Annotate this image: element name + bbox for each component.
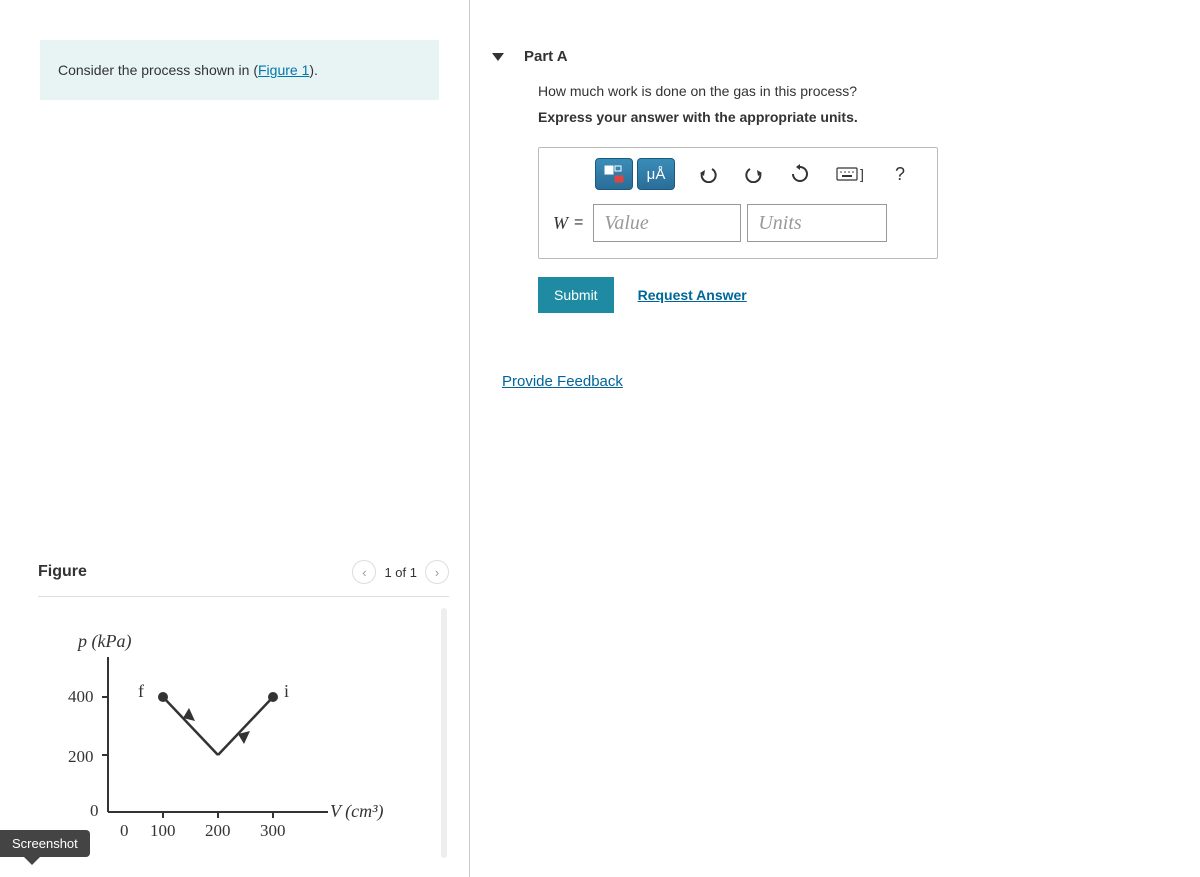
part-title: Part A [524, 48, 568, 65]
figure-page-indicator: 1 of 1 [384, 565, 417, 580]
variable-label: W [553, 213, 568, 234]
x-tick-100: 100 [150, 821, 176, 841]
left-panel: Consider the process shown in (Figure 1)… [0, 0, 470, 877]
part-header[interactable]: Part A [486, 30, 1180, 83]
answer-toolbar: μÅ ] [539, 148, 937, 204]
redo-button[interactable] [735, 158, 773, 190]
figure-title: Figure [38, 563, 87, 581]
request-answer-link[interactable]: Request Answer [638, 287, 747, 303]
templates-button[interactable] [595, 158, 633, 190]
provide-feedback-link[interactable]: Provide Feedback [502, 373, 623, 390]
point-f-label: f [138, 681, 144, 702]
screenshot-tooltip: Screenshot [0, 830, 90, 857]
instruction-text: Express your answer with the appropriate… [538, 109, 1180, 125]
problem-prefix: Consider the process shown in ( [58, 62, 258, 78]
right-panel: Part A How much work is done on the gas … [470, 0, 1200, 877]
help-button[interactable]: ? [881, 158, 919, 190]
figure-next-button[interactable]: › [425, 560, 449, 584]
point-i-label: i [284, 681, 289, 702]
answer-box: μÅ ] [538, 147, 938, 259]
reset-button[interactable] [781, 158, 819, 190]
submit-button[interactable]: Submit [538, 277, 614, 313]
units-input[interactable] [747, 204, 887, 242]
x-tick-300: 300 [260, 821, 286, 841]
figure-section: Figure ‹ 1 of 1 › p (kPa) 400 200 0 [38, 560, 449, 867]
scrollbar[interactable] [441, 608, 447, 858]
problem-statement: Consider the process shown in (Figure 1)… [40, 40, 439, 100]
figure-link[interactable]: Figure 1 [258, 62, 309, 78]
figure-prev-button[interactable]: ‹ [352, 560, 376, 584]
value-input[interactable] [593, 204, 741, 242]
units-button[interactable]: μÅ [637, 158, 675, 190]
problem-suffix: ). [309, 62, 318, 78]
collapse-caret-icon [492, 53, 504, 61]
x-tick-200: 200 [205, 821, 231, 841]
equals-sign: = [574, 214, 583, 232]
x-tick-0: 0 [120, 821, 129, 841]
x-axis-label: V (cm³) [330, 801, 384, 822]
undo-button[interactable] [689, 158, 727, 190]
keyboard-button[interactable]: ] [827, 158, 873, 190]
figure-plot: p (kPa) 400 200 0 [38, 637, 398, 867]
figure-nav: ‹ 1 of 1 › [352, 560, 449, 584]
question-text: How much work is done on the gas in this… [538, 83, 1180, 99]
